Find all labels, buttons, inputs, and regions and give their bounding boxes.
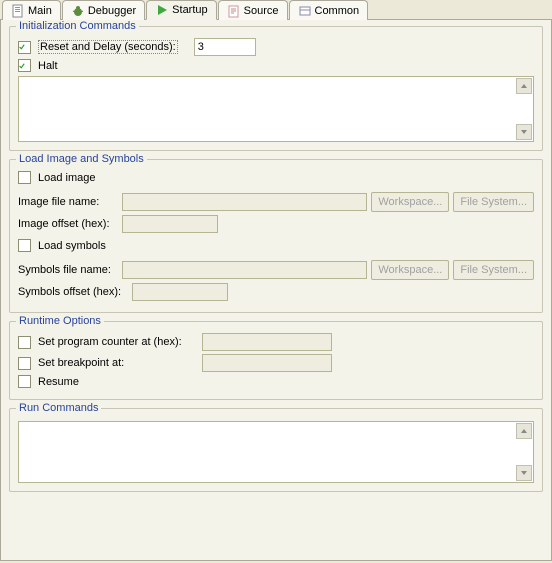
reset-checkbox[interactable]: [18, 41, 31, 54]
source-icon: [227, 4, 241, 18]
group-init-title: Initialization Commands: [16, 20, 139, 32]
halt-checkbox[interactable]: [18, 59, 31, 72]
image-file-label: Image file name:: [18, 196, 118, 208]
symbols-filesystem-button[interactable]: File System...: [453, 260, 534, 280]
reset-delay-input[interactable]: [194, 38, 256, 56]
tab-bar: Main Debugger Startup Source Common: [0, 0, 552, 20]
load-image-checkbox[interactable]: [18, 171, 31, 184]
tab-common[interactable]: Common: [289, 0, 369, 20]
bp-input[interactable]: [202, 354, 332, 372]
tab-main[interactable]: Main: [2, 0, 61, 20]
load-symbols-checkbox[interactable]: [18, 239, 31, 252]
symbols-file-input[interactable]: [122, 261, 367, 279]
symbols-workspace-button[interactable]: Workspace...: [371, 260, 449, 280]
resume-label: Resume: [38, 376, 79, 388]
tab-debugger-label: Debugger: [88, 5, 136, 17]
common-icon: [298, 4, 312, 18]
group-runtime: Runtime Options Set program counter at (…: [9, 321, 543, 400]
scroll-down-icon[interactable]: [516, 124, 532, 140]
tab-startup-label: Startup: [172, 4, 207, 16]
tab-content: Initialization Commands Reset and Delay …: [0, 19, 552, 561]
bug-icon: [71, 4, 85, 18]
image-file-input[interactable]: [122, 193, 367, 211]
tab-startup[interactable]: Startup: [146, 0, 216, 20]
init-commands-textarea[interactable]: [18, 76, 534, 142]
tab-main-label: Main: [28, 5, 52, 17]
image-workspace-button[interactable]: Workspace...: [371, 192, 449, 212]
pc-input[interactable]: [202, 333, 332, 351]
image-offset-label: Image offset (hex):: [18, 218, 118, 230]
group-init: Initialization Commands Reset and Delay …: [9, 26, 543, 151]
pc-checkbox[interactable]: [18, 336, 31, 349]
image-filesystem-button[interactable]: File System...: [453, 192, 534, 212]
tab-debugger[interactable]: Debugger: [62, 0, 145, 20]
tab-common-label: Common: [315, 5, 360, 17]
tab-source-label: Source: [244, 5, 279, 17]
group-run: Run Commands: [9, 408, 543, 492]
scroll-down-icon[interactable]: [516, 465, 532, 481]
image-offset-input[interactable]: [122, 215, 218, 233]
group-run-title: Run Commands: [16, 402, 101, 414]
bp-checkbox[interactable]: [18, 357, 31, 370]
load-image-label: Load image: [38, 172, 96, 184]
run-commands-textarea[interactable]: [18, 421, 534, 483]
load-symbols-label: Load symbols: [38, 240, 106, 252]
bp-label: Set breakpoint at:: [38, 357, 198, 369]
symbols-offset-input[interactable]: [132, 283, 228, 301]
reset-label: Reset and Delay (seconds):: [38, 40, 178, 54]
group-runtime-title: Runtime Options: [16, 315, 104, 327]
file-icon: [11, 4, 25, 18]
group-load: Load Image and Symbols Load image Image …: [9, 159, 543, 313]
resume-checkbox[interactable]: [18, 375, 31, 388]
group-load-title: Load Image and Symbols: [16, 153, 147, 165]
scroll-up-icon[interactable]: [516, 78, 532, 94]
tab-source[interactable]: Source: [218, 0, 288, 20]
play-icon: [155, 3, 169, 17]
pc-label: Set program counter at (hex):: [38, 336, 198, 348]
scroll-up-icon[interactable]: [516, 423, 532, 439]
symbols-file-label: Symbols file name:: [18, 264, 118, 276]
halt-label: Halt: [38, 60, 58, 72]
symbols-offset-label: Symbols offset (hex):: [18, 286, 128, 298]
